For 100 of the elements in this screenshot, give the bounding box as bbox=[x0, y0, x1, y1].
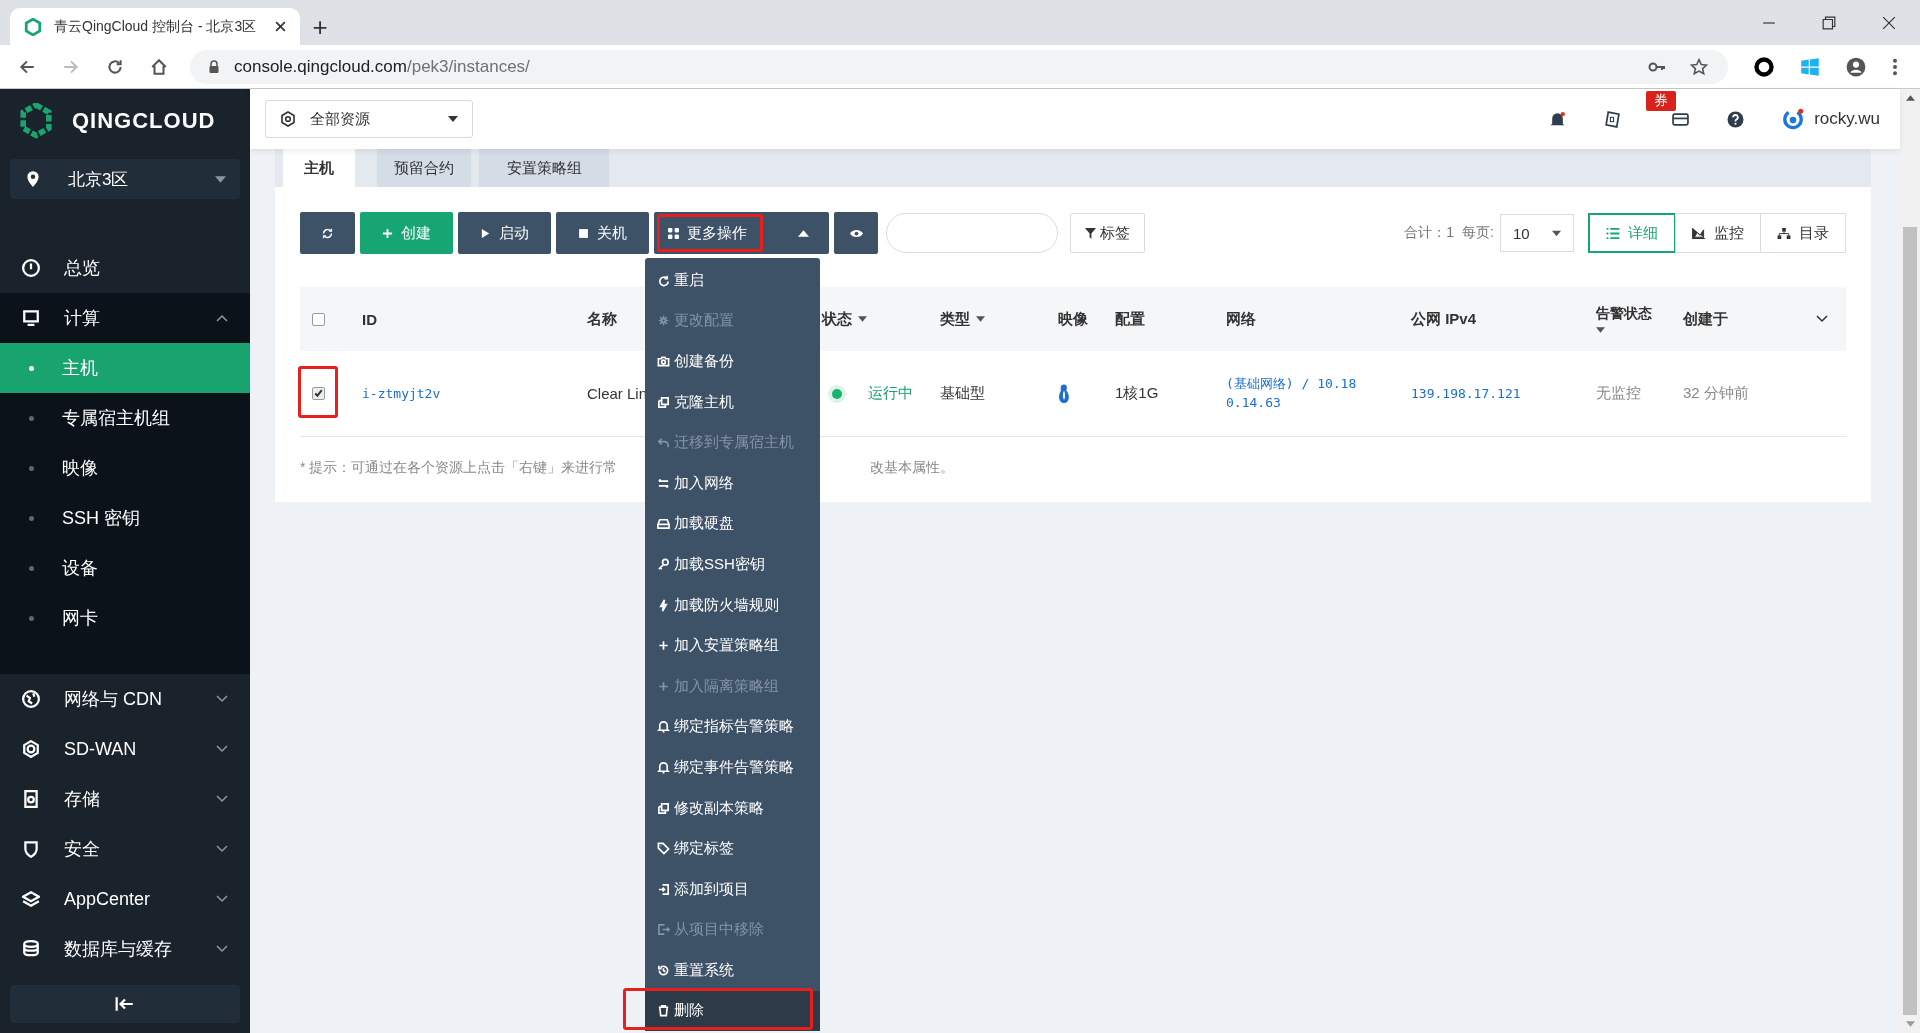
column-header: 网络 bbox=[1226, 309, 1256, 329]
copy-icon bbox=[657, 801, 670, 815]
nav-subitem[interactable]: 专属宿主机组 bbox=[0, 393, 250, 443]
tab[interactable]: 安置策略组 bbox=[479, 149, 609, 187]
new-tab-button[interactable]: + bbox=[300, 8, 340, 45]
url-path: /pek3/instances/ bbox=[406, 56, 530, 77]
restore-icon[interactable] bbox=[1822, 15, 1836, 30]
cloud-logo-icon bbox=[24, 17, 42, 36]
caret-up-icon bbox=[798, 227, 809, 239]
column-header: 配置 bbox=[1115, 309, 1145, 329]
logo-text: QINGCLOUD bbox=[72, 108, 216, 134]
select-all-checkbox[interactable] bbox=[312, 312, 325, 326]
camera-icon bbox=[657, 355, 670, 368]
menu-item[interactable]: 绑定事件告警策略 bbox=[645, 747, 820, 788]
bell-icon[interactable] bbox=[1549, 110, 1567, 128]
nav-subitem[interactable]: 设备 bbox=[0, 543, 250, 593]
chevron-down-icon[interactable] bbox=[1816, 315, 1828, 323]
list-icon bbox=[1606, 227, 1620, 239]
grid-icon bbox=[668, 227, 679, 239]
collapse-icon bbox=[115, 996, 135, 1012]
nav-subitem[interactable]: SSH 密钥 bbox=[0, 493, 250, 543]
help-icon[interactable] bbox=[1727, 110, 1745, 128]
status-text: 运行中 bbox=[868, 384, 913, 403]
visibility-button[interactable] bbox=[834, 212, 878, 254]
column-header: 公网 IPv4 bbox=[1411, 309, 1477, 329]
nav-item[interactable]: 安全 bbox=[0, 824, 250, 874]
menu-item[interactable]: 克隆主机 bbox=[645, 381, 820, 423]
home-icon[interactable] bbox=[150, 57, 168, 76]
menu-item[interactable]: 绑定指标告警策略 bbox=[645, 706, 820, 748]
menu-item[interactable]: 修改副本策略 bbox=[645, 787, 820, 829]
address-bar[interactable]: console.qingcloud.com/pek3/instances/ bbox=[190, 49, 1728, 84]
more-actions-button[interactable]: 更多操作 bbox=[654, 212, 829, 254]
refresh-button[interactable] bbox=[300, 212, 355, 254]
nav-item[interactable]: 计算 bbox=[0, 293, 250, 343]
tab[interactable]: 预留合约 bbox=[377, 149, 471, 187]
monitor-icon bbox=[22, 309, 40, 327]
key-icon bbox=[657, 557, 670, 571]
menu-item[interactable]: 绑定标签 bbox=[645, 828, 820, 869]
tab[interactable]: 主机 bbox=[283, 149, 355, 187]
search-field[interactable] bbox=[886, 213, 1058, 253]
region-selector[interactable]: 北京3区 bbox=[10, 159, 240, 199]
menu-item[interactable]: 创建备份 bbox=[645, 341, 820, 382]
resource-filter[interactable]: 全部资源 bbox=[265, 100, 473, 138]
nav-subitem[interactable]: 映像 bbox=[0, 443, 250, 493]
stop-button[interactable]: 关机 bbox=[556, 212, 649, 254]
view-toggle[interactable]: 监控 bbox=[1675, 213, 1761, 253]
public-ip-link[interactable]: 139.198.17.121 bbox=[1411, 386, 1521, 401]
reload-icon[interactable] bbox=[106, 57, 124, 76]
per-page-label: 每页: bbox=[1462, 224, 1494, 242]
menu-item[interactable]: 加载防火墙规则 bbox=[645, 584, 820, 626]
menu-item[interactable]: 加载SSH密钥 bbox=[645, 544, 820, 585]
table-cell: 32 分钟前 bbox=[1683, 384, 1749, 403]
table-cell: 1核1G bbox=[1115, 384, 1159, 403]
status-dot bbox=[832, 388, 842, 399]
eye-icon bbox=[848, 227, 864, 239]
ring-icon[interactable] bbox=[1754, 56, 1774, 77]
refresh-icon bbox=[657, 273, 670, 287]
user-name[interactable]: rocky.wu bbox=[1814, 109, 1880, 129]
nav-item[interactable]: 总览 bbox=[0, 243, 250, 293]
card-icon[interactable] bbox=[1672, 110, 1690, 128]
caret-icon[interactable] bbox=[1596, 327, 1605, 333]
network-link[interactable]: (基础网络) / 10.180.14.63 bbox=[1226, 374, 1368, 413]
menu-item[interactable]: 删除 bbox=[645, 990, 820, 1032]
menu-item[interactable]: 加入网络 bbox=[645, 462, 820, 504]
view-toggle[interactable]: 目录 bbox=[1760, 213, 1846, 253]
menu-item[interactable]: 加入安置策略组 bbox=[645, 625, 820, 666]
nav-item[interactable]: 存储 bbox=[0, 774, 250, 824]
profile-icon[interactable] bbox=[1846, 56, 1866, 77]
scrollbar[interactable] bbox=[1900, 89, 1920, 1033]
close-icon[interactable] bbox=[1882, 15, 1896, 30]
per-page-select[interactable]: 10 bbox=[1500, 214, 1574, 252]
more-icon[interactable] bbox=[1892, 56, 1898, 77]
menu-item[interactable]: 重置系统 bbox=[645, 950, 820, 991]
nav-item[interactable]: 数据库与缓存 bbox=[0, 924, 250, 974]
nav-item[interactable]: SD-WAN bbox=[0, 724, 250, 774]
star-icon[interactable] bbox=[1690, 57, 1708, 76]
logout-icon bbox=[657, 923, 670, 937]
nav-subitem[interactable]: 网卡 bbox=[0, 593, 250, 643]
url-host: console.qingcloud.com bbox=[234, 56, 407, 77]
menu-item[interactable]: 添加到项目 bbox=[645, 868, 820, 910]
filter-icon bbox=[1085, 227, 1096, 239]
instance-id-link[interactable]: i-ztmyjt2v bbox=[362, 386, 441, 401]
caret-icon[interactable] bbox=[976, 316, 985, 322]
caret-icon[interactable] bbox=[858, 316, 867, 322]
scroll-up-icon[interactable] bbox=[1905, 95, 1915, 101]
browser-tab[interactable]: 青云QingCloud 控制台 - 北京3区 bbox=[10, 8, 300, 45]
close-icon[interactable] bbox=[275, 21, 286, 32]
pin-icon bbox=[24, 170, 42, 188]
user-logo-icon[interactable] bbox=[1782, 108, 1805, 130]
table-cell: 无监控 bbox=[1596, 384, 1641, 403]
menu-item[interactable]: 重启 bbox=[645, 260, 820, 301]
swap-icon bbox=[657, 476, 670, 490]
nav-item[interactable]: 网络与 CDN bbox=[0, 674, 250, 724]
nav-item[interactable]: AppCenter bbox=[0, 874, 250, 924]
chevron-down-icon bbox=[216, 845, 228, 853]
start-button[interactable]: 启动 bbox=[458, 212, 551, 254]
menu-item[interactable]: 加载硬盘 bbox=[645, 503, 820, 545]
login-icon bbox=[657, 882, 670, 896]
tag-filter-button[interactable]: 标签 bbox=[1070, 213, 1145, 253]
row-checkbox[interactable] bbox=[312, 387, 325, 400]
